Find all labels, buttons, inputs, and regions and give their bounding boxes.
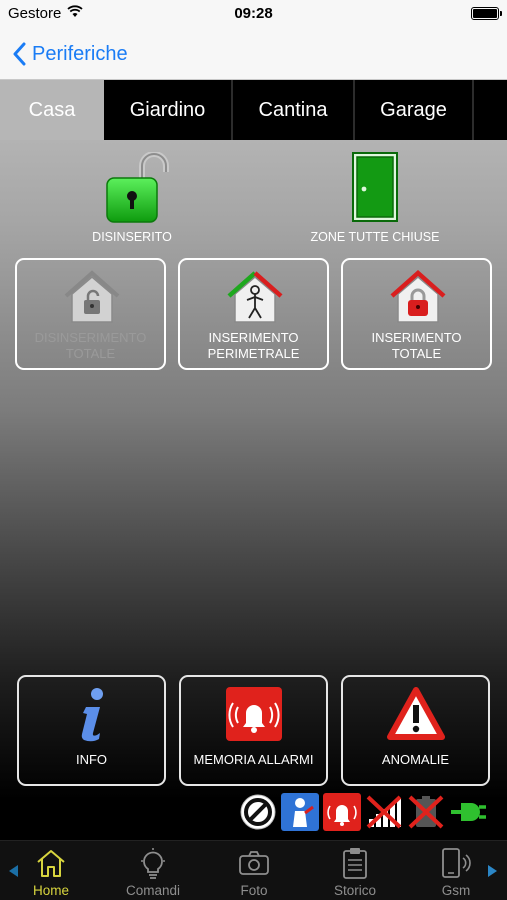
area-tabs: Casa Giardino Cantina Garage [0,80,507,140]
navigation-bar: Periferiche [0,28,507,80]
tab-home[interactable]: Home [11,847,91,898]
clock: 09:28 [234,5,273,22]
total-disarm-button[interactable]: DISINSERIMENTO TOTALE [15,258,166,370]
tab-overflow[interactable] [474,80,507,140]
info-icon [81,688,103,742]
house-unlocked-icon [64,270,120,323]
anomalies-label: ANOMALIE [381,752,450,767]
technician-icon [280,792,320,832]
main-content: Casa Giardino Cantina Garage DISINSERITO [0,80,507,840]
chevron-left-icon [13,42,26,66]
arm-status-label: DISINSERITO [92,230,172,244]
tab-garage[interactable]: Garage [355,80,474,140]
alarm-memory-label: MEMORIA ALLARMI [193,752,314,767]
zones-status: ZONE TUTTE CHIUSE [300,152,450,252]
closed-door-icon [352,152,398,222]
tab-giardino[interactable]: Giardino [104,80,233,140]
status-indicators [238,792,490,832]
arm-status: DISINSERITO [80,152,184,252]
back-button[interactable]: Periferiche [12,38,128,70]
scroll-right-arrow[interactable] [488,865,497,877]
warning-icon [386,687,445,740]
open-padlock-icon [106,152,169,223]
house-person-icon [227,271,283,323]
tab-comandi[interactable]: Comandi [113,847,193,898]
tab-gsm[interactable]: Gsm [416,847,496,898]
alarm-indicator-icon [322,792,362,832]
tab-cantina[interactable]: Cantina [233,80,355,140]
alarm-memory-button[interactable]: MEMORIA ALLARMI [179,675,328,786]
info-label: INFO [75,752,108,767]
back-button-label: Periferiche [32,42,128,65]
bottom-tab-bar: Home Comandi Foto Storico Gsm [0,840,507,900]
home-icon [37,850,65,877]
status-bar: Gestore 09:28 [0,0,507,28]
perimeter-arm-button[interactable]: INSERIMENTO PERIMETRALE [178,258,329,370]
tab-foto[interactable]: Foto [214,847,294,898]
total-arm-label: INSERIMENTO TOTALE [371,330,462,361]
zones-status-label: ZONE TUTTE CHIUSE [310,230,440,244]
house-locked-icon [390,270,446,323]
camera-icon [239,851,269,875]
info-button[interactable]: INFO [17,675,166,786]
anomalies-button[interactable]: ANOMALIE [341,675,490,786]
tab-casa[interactable]: Casa [0,80,104,140]
signal-off-icon [364,792,404,832]
battery-off-icon [406,792,446,832]
no-entry-icon [238,792,278,832]
lightbulb-icon [141,848,165,879]
phone-icon [442,848,471,878]
power-plug-icon [448,792,488,832]
clipboard-icon [343,848,367,879]
alarm-bell-icon [225,687,282,741]
perimeter-arm-label: INSERIMENTO PERIMETRALE [207,330,300,361]
total-disarm-label: DISINSERIMENTO TOTALE [34,330,147,361]
battery-icon [471,7,502,20]
tab-storico[interactable]: Storico [315,847,395,898]
total-arm-button[interactable]: INSERIMENTO TOTALE [341,258,492,370]
